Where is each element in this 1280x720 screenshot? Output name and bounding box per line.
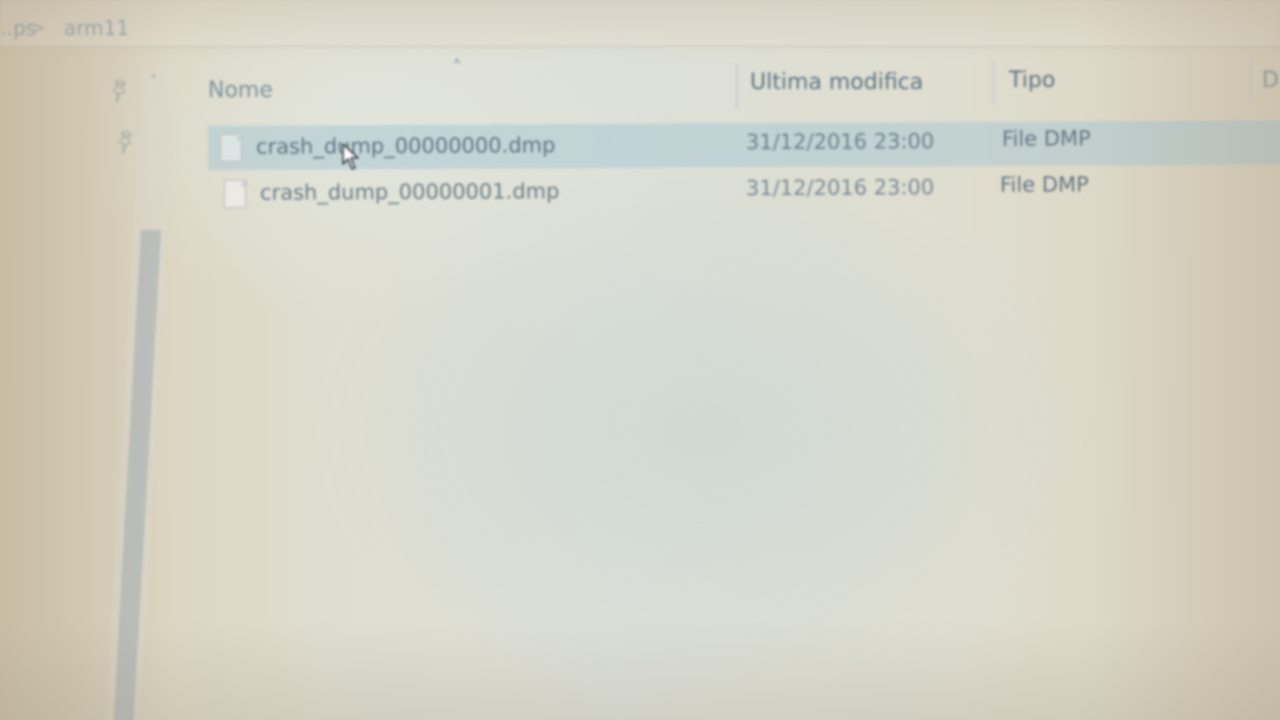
file-row-selected[interactable]: crash_dump_00000000.dmp 31/12/2016 23:00… (207, 120, 1280, 170)
column-header-extra[interactable]: D (1262, 68, 1279, 93)
column-divider[interactable] (1250, 58, 1252, 102)
file-icon (223, 179, 247, 208)
column-header-row: ˄ Nome Ultima modifica Tipo D (0, 56, 1280, 112)
file-name[interactable]: crash_dump_00000000.dmp (256, 133, 556, 159)
sort-ascending-icon: ˄ (452, 56, 462, 80)
file-modified-date: 31/12/2016 23:00 (745, 129, 935, 155)
breadcrumb-parent[interactable]: ...ps (0, 16, 36, 40)
file-icon (219, 133, 243, 162)
file-type: File DMP (1001, 126, 1091, 151)
scrollbar-thumb[interactable] (113, 230, 162, 720)
column-divider[interactable] (736, 64, 738, 108)
file-row[interactable]: crash_dump_00000001.dmp 31/12/2016 23:00… (212, 166, 1280, 216)
column-divider[interactable] (993, 60, 995, 104)
column-header-modified[interactable]: Ultima modifica (750, 70, 923, 95)
column-header-type[interactable]: Tipo (1009, 68, 1055, 93)
explorer-window: ...ps > arm11 📌︎ 📌︎ ˄ ˄ Nome Ultima modi… (0, 0, 1280, 720)
breadcrumb-current[interactable]: arm11 (64, 16, 129, 40)
file-type: File DMP (999, 172, 1089, 197)
column-header-name[interactable]: Nome (208, 78, 273, 103)
breadcrumb-separator-icon: > (32, 18, 46, 37)
address-bar[interactable]: ...ps > arm11 (0, 0, 1280, 47)
mouse-cursor-icon (342, 143, 359, 170)
file-name[interactable]: crash_dump_00000001.dmp (260, 179, 560, 205)
navigation-scrollbar[interactable]: ˄ (105, 70, 176, 720)
file-modified-date: 31/12/2016 23:00 (745, 175, 935, 201)
pin-icon[interactable]: 📌︎ (110, 126, 141, 156)
